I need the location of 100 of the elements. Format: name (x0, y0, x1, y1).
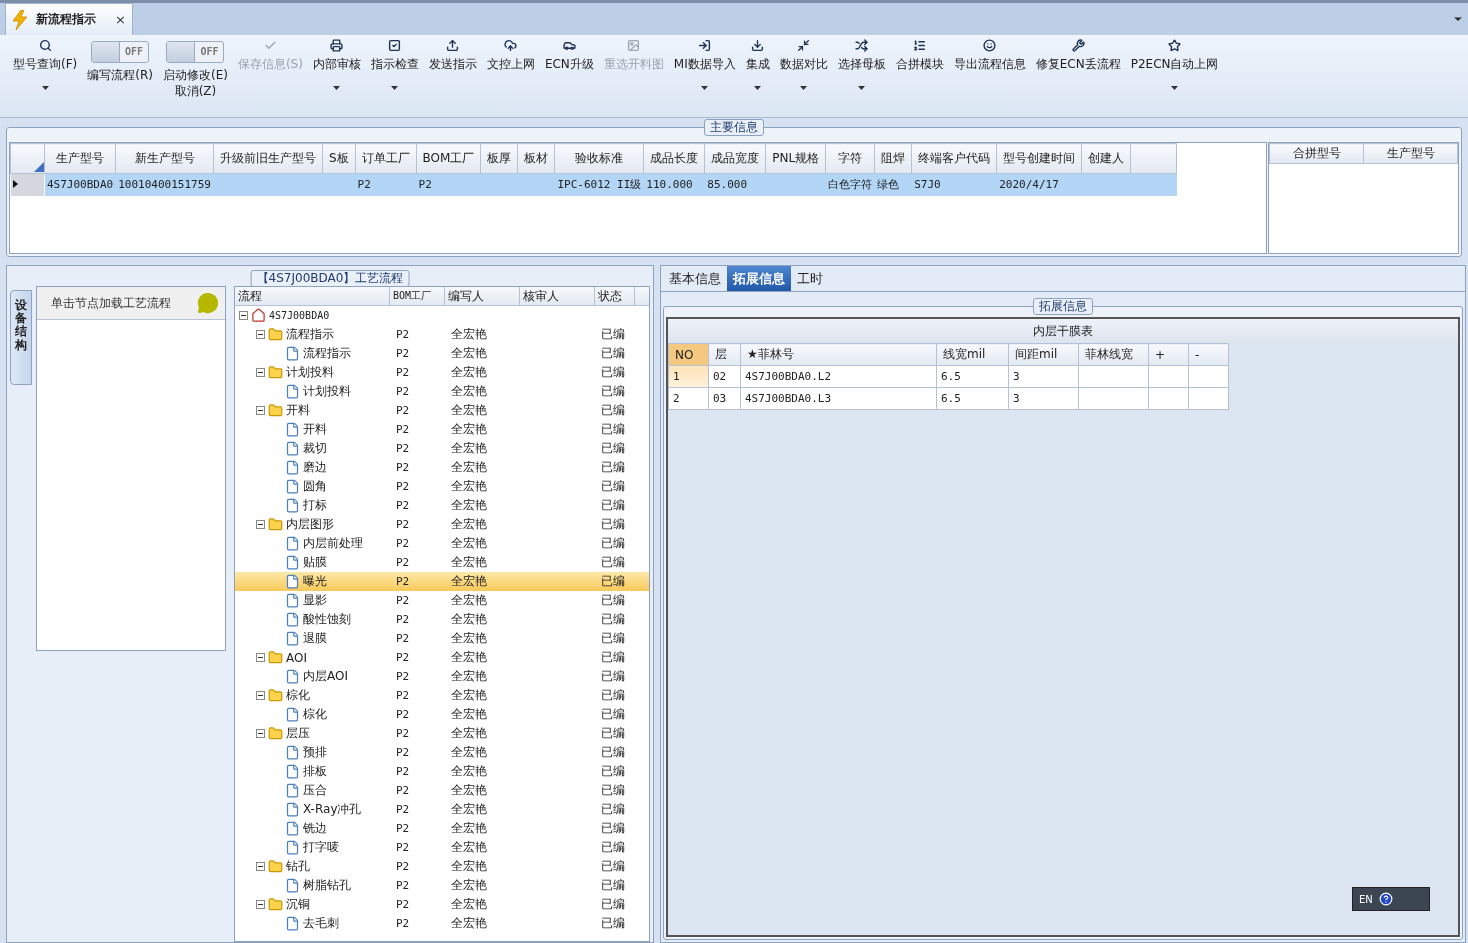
tree-row[interactable]: 贴膜 P2 全宏艳 已编 (235, 553, 649, 572)
toolbar-button[interactable]: 数据对比 (774, 37, 833, 115)
tree-row[interactable]: 钻孔 P2 全宏艳 已编 (235, 857, 649, 876)
tree-row[interactable]: 计划投料 P2 全宏艳 已编 (235, 382, 649, 401)
collapse-toggle-icon[interactable] (256, 862, 265, 871)
toolbar-button[interactable]: 型号查询(F) (8, 37, 83, 115)
tree-row[interactable]: 预排 P2 全宏艳 已编 (235, 743, 649, 762)
tree-row[interactable]: 4S7J00BDA0 (235, 306, 649, 325)
toolbar-button[interactable]: 选择母板 (832, 37, 891, 115)
tree-row[interactable]: 棕化 P2 全宏艳 已编 (235, 686, 649, 705)
toggle-switch[interactable]: OFF (166, 41, 225, 63)
toolbar-button[interactable]: 合拼模块 (890, 37, 949, 115)
column-header[interactable]: 成品宽度 (704, 143, 766, 174)
tree-row[interactable]: 去毛刺 P2 全宏艳 已编 (235, 914, 649, 933)
column-header[interactable]: 新生产型号 (115, 143, 214, 174)
tree-row[interactable]: AOI P2 全宏艳 已编 (235, 648, 649, 667)
column-header[interactable]: 升级前旧生产型号 (213, 143, 323, 174)
collapse-toggle-icon[interactable] (256, 520, 265, 529)
tree-row[interactable]: 酸性蚀刻 P2 全宏艳 已编 (235, 610, 649, 629)
column-header[interactable]: NO (668, 343, 709, 366)
collapse-toggle-icon[interactable] (256, 900, 265, 909)
column-header[interactable]: 创建人 (1081, 143, 1131, 174)
column-header[interactable]: 成品长度 (643, 143, 705, 174)
column-header[interactable]: + (1148, 343, 1189, 366)
tree-row[interactable]: 计划投料 P2 全宏艳 已编 (235, 363, 649, 382)
collapse-toggle-icon[interactable] (239, 311, 248, 320)
tree-row[interactable]: 内层前处理 P2 全宏艳 已编 (235, 534, 649, 553)
column-header[interactable]: 菲林线宽 (1078, 343, 1149, 366)
column-header[interactable]: 合拼型号 (1269, 143, 1364, 164)
toggle-switch[interactable]: OFF (91, 41, 150, 63)
tree-row[interactable]: 磨边 P2 全宏艳 已编 (235, 458, 649, 477)
collapse-toggle-icon[interactable] (256, 691, 265, 700)
side-tab[interactable]: 设备结构 (10, 290, 32, 385)
tree-row[interactable]: 沉铜 P2 全宏艳 已编 (235, 895, 649, 914)
tree-row[interactable]: 流程指示 P2 全宏艳 已编 (235, 325, 649, 344)
tree-row[interactable]: 开料 P2 全宏艳 已编 (235, 420, 649, 439)
detail-tab[interactable]: 工时 (791, 266, 829, 291)
toolbar-button[interactable]: 文控上网 (481, 37, 540, 115)
column-header[interactable]: 线宽mil (936, 343, 1009, 366)
column-header[interactable]: 流程 (235, 287, 390, 305)
column-header[interactable]: 板材 (517, 143, 555, 174)
column-header[interactable]: PNL规格 (765, 143, 826, 174)
column-header[interactable]: 核审人 (520, 287, 595, 305)
language-bar[interactable]: EN (1352, 887, 1430, 911)
tree-row[interactable]: 打标 P2 全宏艳 已编 (235, 496, 649, 515)
column-header[interactable]: BOM工厂 (416, 143, 481, 174)
tree-row[interactable]: 打字唛 P2 全宏艳 已编 (235, 838, 649, 857)
column-header[interactable]: BOM工厂 (390, 287, 445, 305)
column-header[interactable]: ★菲林号 (740, 343, 937, 366)
toolbar-button[interactable]: 修复ECN丢流程 (1030, 37, 1126, 115)
column-header[interactable]: - (1188, 343, 1229, 366)
tree-row[interactable]: 退膜 P2 全宏艳 已编 (235, 629, 649, 648)
column-header[interactable]: 终端客户代码 (911, 143, 997, 174)
column-header[interactable]: 订单工厂 (355, 143, 417, 174)
tree-row[interactable]: 层压 P2 全宏艳 已编 (235, 724, 649, 743)
column-header[interactable]: 间距mil (1008, 343, 1079, 366)
tree-row[interactable]: 排板 P2 全宏艳 已编 (235, 762, 649, 781)
tree-row[interactable]: X-Ray冲孔 P2 全宏艳 已编 (235, 800, 649, 819)
column-header[interactable]: S板 (322, 143, 356, 174)
document-tab[interactable]: 新流程指示 × (5, 3, 133, 35)
collapse-toggle-icon[interactable] (256, 729, 265, 738)
toolbar-button[interactable]: P2ECN自动上网 (1125, 37, 1224, 115)
toolbar-button[interactable]: ECN升级 (539, 37, 599, 115)
collapse-toggle-icon[interactable] (256, 653, 265, 662)
tree-row[interactable]: 棕化 P2 全宏艳 已编 (235, 705, 649, 724)
detail-tab[interactable]: 拓展信息 (727, 266, 791, 291)
collapse-toggle-icon[interactable] (256, 406, 265, 415)
collapse-toggle-icon[interactable] (256, 368, 265, 377)
column-header[interactable]: 编写人 (445, 287, 520, 305)
toolbar-button[interactable]: 发送指示 (423, 37, 482, 115)
collapse-toggle-icon[interactable] (256, 330, 265, 339)
column-header[interactable]: 生产型号 (44, 143, 116, 174)
column-header[interactable]: 验收标准 (554, 143, 644, 174)
toolbar-button[interactable]: 集成 (740, 37, 775, 115)
toolbar-button[interactable]: 内部审核 (307, 37, 366, 115)
column-header[interactable]: 生产型号 (1363, 143, 1458, 164)
tree-row[interactable]: 铣边 P2 全宏艳 已编 (235, 819, 649, 838)
column-header[interactable]: 阻焊 (874, 143, 912, 174)
column-header[interactable]: 型号创建时间 (996, 143, 1082, 174)
tree-row[interactable]: 开料 P2 全宏艳 已编 (235, 401, 649, 420)
detail-tab[interactable]: 基本信息 (663, 266, 727, 291)
tree-row[interactable]: 树脂钻孔 P2 全宏艳 已编 (235, 876, 649, 895)
toolbar-button[interactable]: 导出流程信息 (948, 37, 1031, 115)
column-header[interactable]: 字符 (825, 143, 875, 174)
column-header[interactable]: 板厚 (480, 143, 518, 174)
column-header[interactable]: 层 (708, 343, 741, 366)
tree-row[interactable]: 曝光 P2 全宏艳 已编 (235, 572, 649, 591)
help-icon[interactable] (1378, 892, 1393, 906)
column-header[interactable]: 状态 (595, 287, 635, 305)
tree-row[interactable]: 裁切 P2 全宏艳 已编 (235, 439, 649, 458)
tree-row[interactable]: 圆角 P2 全宏艳 已编 (235, 477, 649, 496)
toolbar-button[interactable]: 指示检查 (365, 37, 424, 115)
table-title: 内层干膜表 (668, 319, 1458, 343)
tree-row[interactable]: 压合 P2 全宏艳 已编 (235, 781, 649, 800)
tree-row[interactable]: 显影 P2 全宏艳 已编 (235, 591, 649, 610)
tree-row[interactable]: 内层AOI P2 全宏艳 已编 (235, 667, 649, 686)
tree-row[interactable]: 流程指示 P2 全宏艳 已编 (235, 344, 649, 363)
tree-row[interactable]: 内层图形 P2 全宏艳 已编 (235, 515, 649, 534)
close-button[interactable]: × (115, 12, 126, 27)
toolbar-button[interactable]: MI数据导入 (668, 37, 741, 115)
